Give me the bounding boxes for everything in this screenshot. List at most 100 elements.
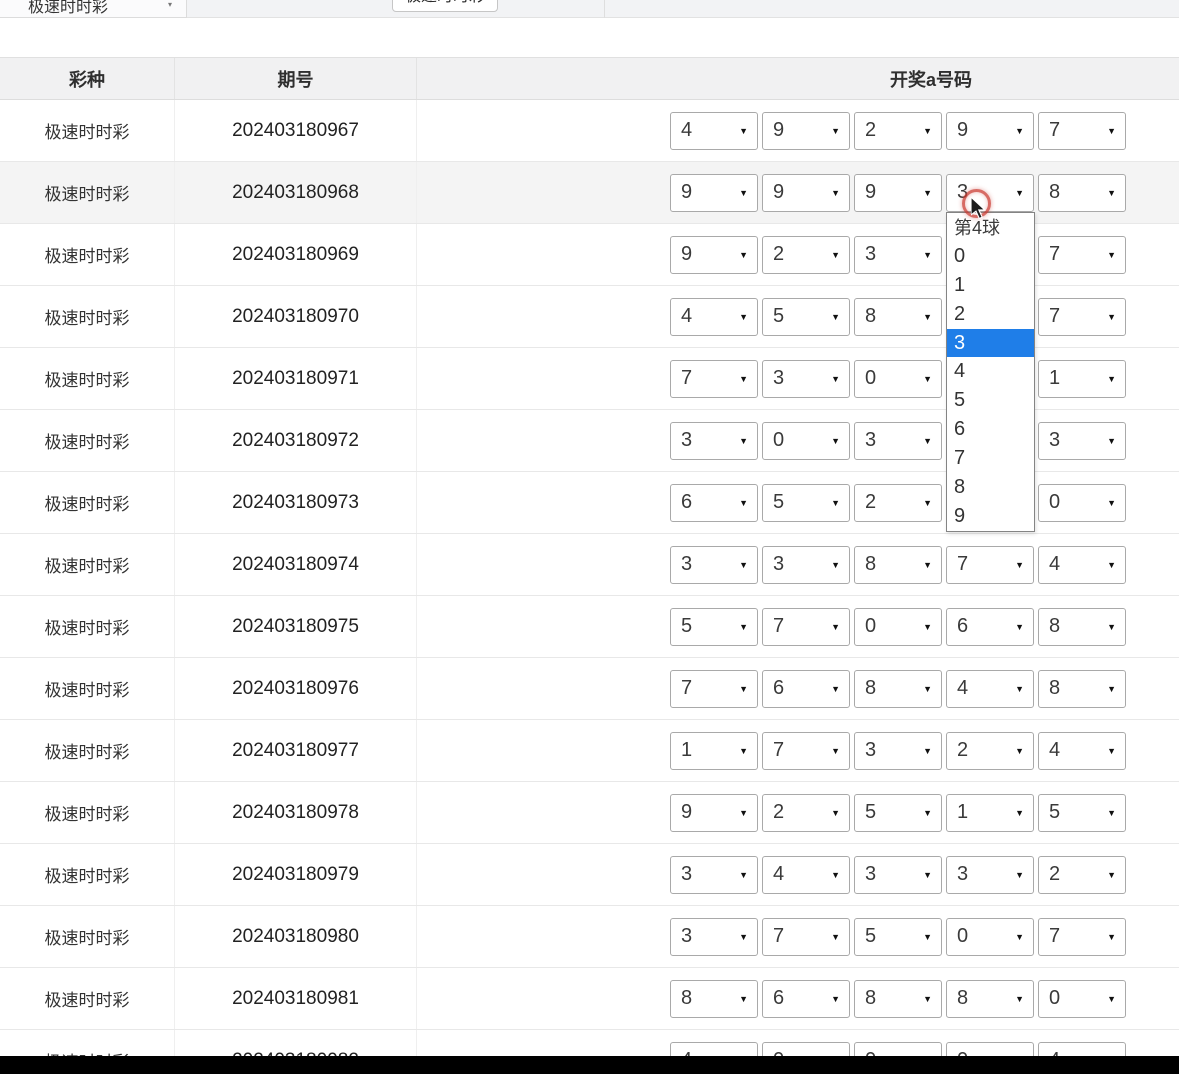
ball-3-number-select[interactable]: 2▼ [854,112,942,150]
ball-1-number-select[interactable]: 9▼ [670,794,758,832]
ball-4-number-select[interactable]: 9▼ [946,112,1034,150]
cell-lottery-type: 极速时时彩 [0,534,175,595]
cell-draw-numbers: 3▼3▼8▼7▼4▼ [417,534,1179,595]
ball-1-number-select[interactable]: 4▼ [670,298,758,336]
select-value: 8 [865,986,876,1009]
ball-4-number-select[interactable]: 0▼ [946,918,1034,956]
ball-1-number-select[interactable]: 9▼ [670,174,758,212]
ball-5-number-select[interactable]: 4▼ [1038,546,1126,584]
ball-3-number-select[interactable]: 3▼ [854,236,942,274]
ball-1-number-select[interactable]: 3▼ [670,546,758,584]
ball-4-number-select[interactable]: 3▼ [946,856,1034,894]
ball-3-number-select[interactable]: 3▼ [854,422,942,460]
cell-lottery-type: 极速时时彩 [0,100,175,161]
ball-5-number-select[interactable]: 7▼ [1038,236,1126,274]
ball-3-number-select[interactable]: 3▼ [854,732,942,770]
ball-1-number-select[interactable]: 9▼ [670,236,758,274]
dropdown-option-5[interactable]: 5 [947,386,1034,415]
cell-period-number: 202403180981 [175,968,417,1029]
dropdown-option-8[interactable]: 8 [947,473,1034,502]
select-arrow-icon: ▼ [739,498,748,508]
ball-2-number-select[interactable]: 3▼ [762,360,850,398]
ball-3-number-select[interactable]: 5▼ [854,918,942,956]
ball-5-number-select[interactable]: 7▼ [1038,298,1126,336]
ball-5-number-select[interactable]: 8▼ [1038,174,1126,212]
ball-4-number-select[interactable]: 8▼ [946,980,1034,1018]
dropdown-option-7[interactable]: 7 [947,444,1034,473]
ball-2-number-select[interactable]: 7▼ [762,608,850,646]
table-row: 极速时时彩2024031809674▼9▼2▼9▼7▼ [0,100,1179,162]
ball-2-number-select[interactable]: 2▼ [762,794,850,832]
dropdown-option-3[interactable]: 3 [947,329,1034,358]
ball-2-number-select[interactable]: 9▼ [762,174,850,212]
ball-1-number-select[interactable]: 7▼ [670,670,758,708]
select-value: 4 [957,676,968,699]
ball-5-number-select[interactable]: 0▼ [1038,484,1126,522]
ball-4-number-select[interactable]: 7▼ [946,546,1034,584]
ball-3-number-select[interactable]: 0▼ [854,608,942,646]
ball-5-number-select[interactable]: 4▼ [1038,732,1126,770]
dropdown-option-1[interactable]: 1 [947,271,1034,300]
dropdown-option-9[interactable]: 9 [947,502,1034,531]
ball-3-number-select[interactable]: 8▼ [854,670,942,708]
ball-4-number-select[interactable]: 4▼ [946,670,1034,708]
select-arrow-icon: ▼ [1015,188,1024,198]
ball-2-number-select[interactable]: 5▼ [762,484,850,522]
dropdown-option-placeholder[interactable]: 第4球 [947,213,1034,242]
ball-5-number-select[interactable]: 5▼ [1038,794,1126,832]
ball-5-number-select[interactable]: 8▼ [1038,670,1126,708]
lottery-type-select[interactable]: 极速时时彩 ▾ [0,0,187,18]
ball-2-number-select[interactable]: 0▼ [762,422,850,460]
select-arrow-icon: ▼ [1107,312,1116,322]
ball-3-number-select[interactable]: 8▼ [854,546,942,584]
ball-1-number-select[interactable]: 3▼ [670,422,758,460]
select-value: 9 [681,180,692,203]
ball-2-number-select[interactable]: 6▼ [762,980,850,1018]
ball-2-number-select[interactable]: 7▼ [762,732,850,770]
ball-5-number-select[interactable]: 0▼ [1038,980,1126,1018]
ball-5-number-select[interactable]: 8▼ [1038,608,1126,646]
cell-period-number: 202403180967 [175,100,417,161]
ball-3-number-select[interactable]: 5▼ [854,794,942,832]
ball-1-number-select[interactable]: 1▼ [670,732,758,770]
header-period: 期号 [175,58,417,99]
ball-2-number-select[interactable]: 4▼ [762,856,850,894]
ball-5-number-select[interactable]: 7▼ [1038,112,1126,150]
ball-4-number-select[interactable]: 1▼ [946,794,1034,832]
ball-5-number-select[interactable]: 7▼ [1038,918,1126,956]
ball-5-number-select[interactable]: 2▼ [1038,856,1126,894]
dropdown-option-0[interactable]: 0 [947,242,1034,271]
toolbar-action-button[interactable]: 极速时时彩 [392,0,498,12]
ball-1-number-select[interactable]: 4▼ [670,112,758,150]
dropdown-option-2[interactable]: 2 [947,300,1034,329]
select-arrow-icon: ▼ [739,994,748,1004]
ball-5-number-select[interactable]: 1▼ [1038,360,1126,398]
ball-1-number-select[interactable]: 5▼ [670,608,758,646]
ball-2-number-select[interactable]: 9▼ [762,112,850,150]
cell-draw-numbers: 3▼4▼3▼3▼2▼ [417,844,1179,905]
ball-4-number-select[interactable]: 6▼ [946,608,1034,646]
ball-2-number-select[interactable]: 3▼ [762,546,850,584]
ball-1-number-select[interactable]: 3▼ [670,918,758,956]
ball-3-number-select[interactable]: 0▼ [854,360,942,398]
ball-3-number-select[interactable]: 8▼ [854,298,942,336]
ball-3-number-select[interactable]: 3▼ [854,856,942,894]
dropdown-option-4[interactable]: 4 [947,357,1034,386]
ball-4-number-select[interactable]: 2▼ [946,732,1034,770]
ball-2-number-select[interactable]: 6▼ [762,670,850,708]
select-value: 7 [1049,304,1060,327]
select-arrow-icon: ▼ [739,622,748,632]
ball-5-number-select[interactable]: 3▼ [1038,422,1126,460]
ball-1-number-select[interactable]: 7▼ [670,360,758,398]
select-arrow-icon: ▼ [923,870,932,880]
ball-2-number-select[interactable]: 7▼ [762,918,850,956]
ball-2-number-select[interactable]: 2▼ [762,236,850,274]
ball-1-number-select[interactable]: 6▼ [670,484,758,522]
ball-3-number-select[interactable]: 2▼ [854,484,942,522]
ball-1-number-select[interactable]: 8▼ [670,980,758,1018]
ball-2-number-select[interactable]: 5▼ [762,298,850,336]
ball-3-number-select[interactable]: 9▼ [854,174,942,212]
dropdown-option-6[interactable]: 6 [947,415,1034,444]
ball-1-number-select[interactable]: 3▼ [670,856,758,894]
ball-3-number-select[interactable]: 8▼ [854,980,942,1018]
